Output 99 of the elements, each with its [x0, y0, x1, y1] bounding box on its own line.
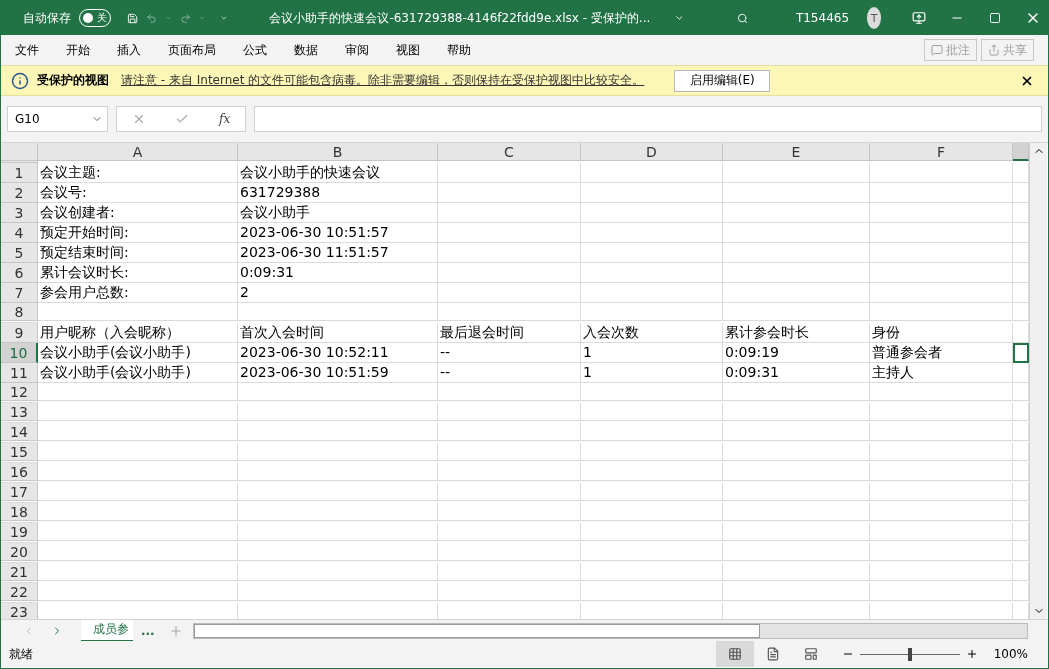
name-box[interactable]: G10 — [7, 106, 108, 132]
table-cell: 2023-06-30 11:51:57 — [238, 243, 438, 263]
row-header[interactable]: 17 — [1, 483, 38, 501]
menu-item[interactable]: 帮助 — [447, 41, 471, 59]
table-cell: 2023-06-30 10:51:57 — [238, 223, 438, 243]
status-text: 就绪 — [9, 645, 33, 663]
page-layout-icon — [765, 647, 780, 661]
table-cell: 用户昵称（入会昵称） — [38, 323, 238, 343]
row-header[interactable]: 5 — [1, 243, 38, 263]
normal-icon — [727, 647, 742, 661]
menu-item[interactable]: 开始 — [66, 41, 90, 59]
column-header[interactable] — [1013, 143, 1029, 161]
enter-icon[interactable] — [175, 112, 190, 126]
sheet-tab[interactable]: 成员参 — [81, 619, 133, 642]
row-header[interactable]: 7 — [1, 283, 38, 303]
row-header[interactable]: 4 — [1, 223, 38, 243]
zoom-level: 100% — [993, 647, 1028, 661]
share-icon — [988, 44, 1000, 56]
table-cell: 主持人 — [870, 363, 1013, 383]
table-cell: -- — [438, 363, 581, 383]
column-header[interactable]: C — [438, 143, 581, 161]
table-cell: 1 — [581, 343, 723, 363]
menu-item[interactable]: 文件 — [15, 41, 39, 59]
row-header[interactable]: 15 — [1, 443, 38, 461]
insert-function-button[interactable]: fx — [219, 112, 231, 126]
comment-icon — [931, 44, 943, 56]
table-cell: 普通参会者 — [870, 343, 1013, 363]
table-cell: 累计会议时长: — [38, 263, 238, 283]
table-cell: 入会次数 — [581, 323, 723, 343]
row-header[interactable]: 22 — [1, 583, 38, 601]
column-header[interactable]: D — [581, 143, 723, 161]
more-sheets-button[interactable]: ... — [141, 623, 155, 638]
row-header[interactable]: 1 — [1, 163, 38, 183]
maximize-icon[interactable] — [988, 12, 1001, 24]
enable-editing-button[interactable]: 启用编辑(E) — [674, 69, 771, 92]
table-cell: 2023-06-30 10:51:59 — [238, 363, 438, 383]
row-header[interactable]: 6 — [1, 263, 38, 283]
table-cell: 会议小助手 — [238, 203, 438, 223]
row-header[interactable]: 11 — [1, 363, 38, 383]
horizontal-scrollbar[interactable] — [192, 622, 1028, 639]
table-cell: 2 — [238, 283, 438, 303]
table-cell: 会议主题: — [38, 163, 238, 183]
column-header[interactable]: B — [238, 143, 438, 161]
menu-item[interactable]: 数据 — [294, 41, 318, 59]
row-header[interactable]: 10 — [1, 343, 38, 363]
column-header[interactable]: A — [38, 143, 238, 161]
menu-item[interactable]: 公式 — [243, 41, 267, 59]
table-cell: 0:09:31 — [723, 363, 870, 383]
table-cell: 预定开始时间: — [38, 223, 238, 243]
ribbon-display-icon[interactable] — [911, 11, 926, 25]
table-cell: 累计参会时长 — [723, 323, 870, 343]
window-title: 会议小助手的快速会议-631729388-4146f22fdd9e.xlsx - 受保护的... — [269, 9, 651, 27]
table-cell: 会议小助手(会议小助手) — [38, 363, 238, 383]
protected-view-title: 受保护的视图 — [37, 72, 109, 89]
table-cell: 会议小助手(会议小助手) — [38, 343, 238, 363]
row-header[interactable]: 14 — [1, 423, 38, 441]
table-cell: 最后退会时间 — [438, 323, 581, 343]
normal-view-button[interactable] — [715, 641, 754, 667]
row-header[interactable]: 12 — [1, 383, 38, 401]
column-header[interactable]: E — [723, 143, 870, 161]
menu-item[interactable]: 页面布局 — [168, 41, 216, 59]
vertical-scrollbar[interactable] — [1029, 143, 1047, 619]
row-header[interactable]: 8 — [1, 303, 38, 321]
table-cell: 2023-06-30 10:52:11 — [238, 343, 438, 363]
table-cell: 会议创建者: — [38, 203, 238, 223]
row-header[interactable]: 2 — [1, 183, 38, 203]
row-header[interactable]: 20 — [1, 543, 38, 561]
table-cell: 0:09:31 — [238, 263, 438, 283]
table-cell: 会议小助手的快速会议 — [238, 163, 438, 183]
table-cell: 参会用户总数: — [38, 283, 238, 303]
avatar[interactable]: T — [867, 7, 882, 29]
row-header[interactable]: 16 — [1, 463, 38, 481]
table-cell: 首次入会时间 — [238, 323, 438, 343]
row-header[interactable]: 23 — [1, 603, 38, 619]
table-cell: 身份 — [870, 323, 1013, 343]
table-cell: -- — [438, 343, 581, 363]
protected-view-message-link[interactable]: 请注意 - 来自 Internet 的文件可能包含病毒。除非需要编辑，否则保持在受保护视图中比较安全。 — [121, 72, 645, 89]
shield-info-icon — [11, 71, 29, 90]
menu-item[interactable]: 插入 — [117, 41, 141, 59]
page-break-icon — [803, 647, 818, 661]
zoom-in-icon[interactable] — [965, 648, 978, 660]
formula-input[interactable] — [254, 106, 1042, 132]
row-header[interactable]: 21 — [1, 563, 38, 581]
zoom-thumb[interactable] — [907, 647, 912, 661]
table-cell: 1 — [581, 363, 723, 383]
row-header[interactable]: 3 — [1, 203, 38, 223]
menu-item[interactable]: 审阅 — [345, 41, 369, 59]
table-cell: 预定结束时间: — [38, 243, 238, 263]
row-header[interactable]: 19 — [1, 523, 38, 541]
menu-item[interactable]: 视图 — [396, 41, 420, 59]
table-cell: 631729388 — [238, 183, 438, 203]
row-header[interactable]: 18 — [1, 503, 38, 521]
table-cell: 会议号: — [38, 183, 238, 203]
user-name: T154465 — [795, 11, 850, 25]
row-header[interactable]: 9 — [1, 323, 38, 343]
autosave-label: 自动保存 — [23, 9, 71, 27]
table-cell: 0:09:19 — [723, 343, 870, 363]
row-header[interactable]: 13 — [1, 403, 38, 421]
column-header[interactable]: F — [870, 143, 1013, 161]
